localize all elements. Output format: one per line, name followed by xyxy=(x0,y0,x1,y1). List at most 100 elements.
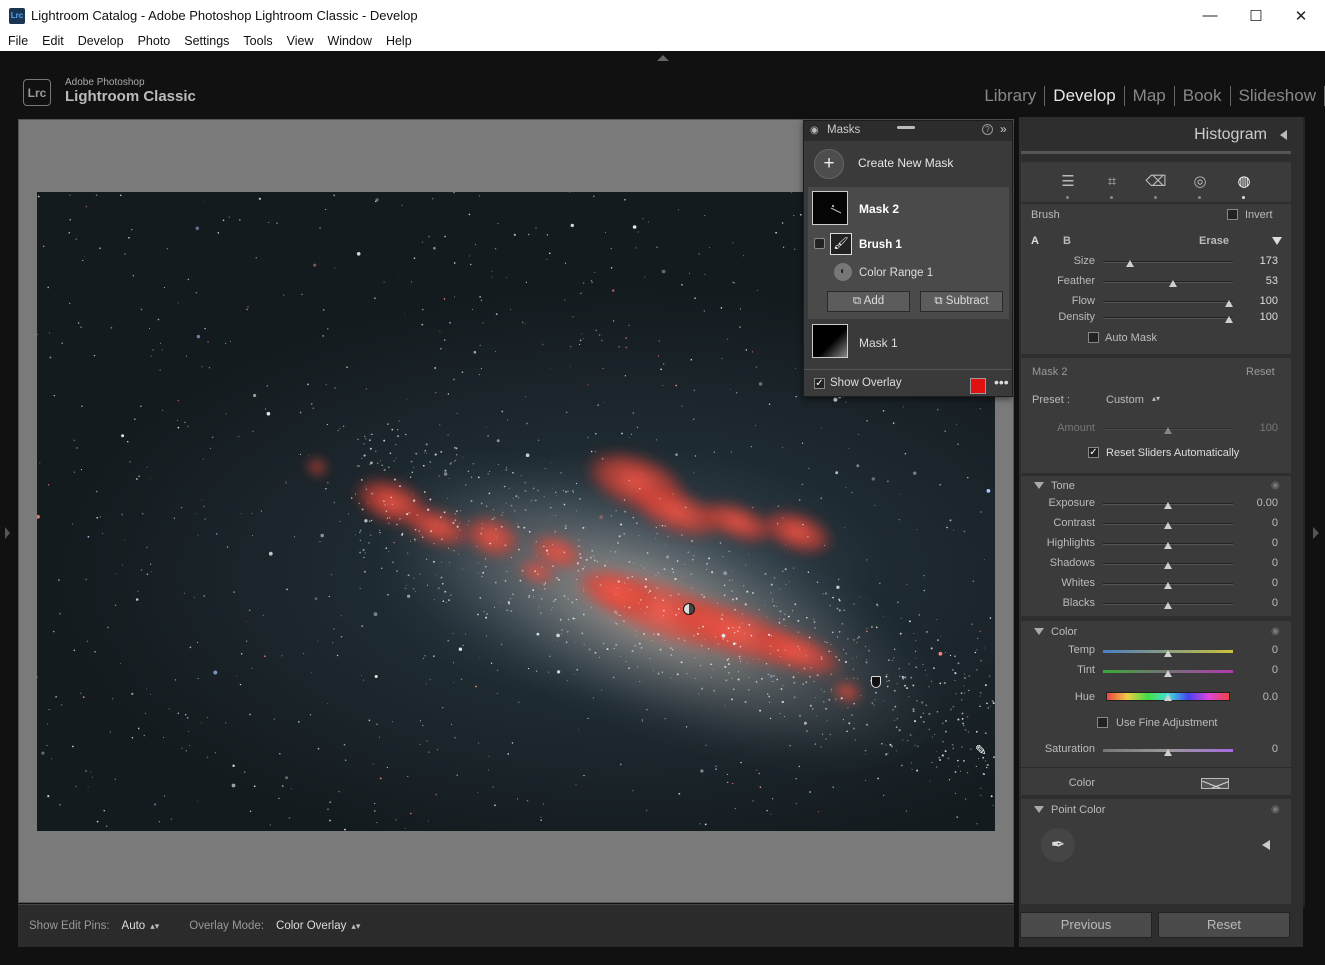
menu-file[interactable]: File xyxy=(0,34,35,48)
tint-value[interactable]: 0 xyxy=(1236,664,1278,676)
color-title[interactable]: Color xyxy=(1051,626,1077,638)
tone-eye-icon[interactable]: ◉ xyxy=(1271,480,1280,491)
hue-value[interactable]: 0.0 xyxy=(1236,691,1278,703)
redeye-icon[interactable]: ◎ xyxy=(1189,171,1211,199)
amount-slider-thumb[interactable] xyxy=(1164,427,1172,434)
component-visibility-icon[interactable] xyxy=(814,238,825,249)
color-collapse-icon[interactable] xyxy=(1034,628,1044,635)
hue-slider-thumb[interactable] xyxy=(1164,694,1172,701)
reset-sliders-checkbox[interactable]: ✓ xyxy=(1088,447,1099,458)
automask-label[interactable]: Auto Mask xyxy=(1105,332,1157,344)
module-library[interactable]: Library xyxy=(976,86,1044,106)
heal-icon[interactable]: ⌫ xyxy=(1145,171,1167,199)
feather-value[interactable]: 53 xyxy=(1236,275,1278,287)
brush-1-name[interactable]: Brush 1 xyxy=(859,239,902,251)
temp-slider-thumb[interactable] xyxy=(1164,650,1172,657)
automask-checkbox[interactable] xyxy=(1088,332,1099,343)
feather-slider[interactable] xyxy=(1103,281,1233,283)
mask-1-thumbnail[interactable] xyxy=(812,324,848,358)
feather-slider-thumb[interactable] xyxy=(1169,280,1177,287)
expand-right-panel-icon[interactable] xyxy=(1313,527,1319,539)
expand-left-panel-icon[interactable] xyxy=(5,527,10,539)
point-color-title[interactable]: Point Color xyxy=(1051,804,1105,816)
collapse-masks-icon[interactable]: » xyxy=(1000,122,1007,136)
blacks-value[interactable]: 0 xyxy=(1236,597,1278,609)
mask-1-name[interactable]: Mask 1 xyxy=(859,336,898,350)
mask-reset-button[interactable]: Reset xyxy=(1246,366,1275,378)
previous-button[interactable]: Previous xyxy=(1020,912,1152,938)
brush-b-tab[interactable]: B xyxy=(1063,235,1071,247)
point-color-eye-icon[interactable]: ◉ xyxy=(1271,804,1280,815)
flow-slider[interactable] xyxy=(1103,301,1233,303)
show-overlay-checkbox[interactable]: ✓ xyxy=(814,378,825,389)
whites-slider-thumb[interactable] xyxy=(1164,582,1172,589)
brush-options-icon[interactable] xyxy=(1272,237,1282,245)
tone-title[interactable]: Tone xyxy=(1051,480,1075,492)
menu-window[interactable]: Window xyxy=(320,34,378,48)
menu-tools[interactable]: Tools xyxy=(236,34,279,48)
saturation-value[interactable]: 0 xyxy=(1236,743,1278,755)
crop-icon[interactable]: ⌗ xyxy=(1101,171,1123,199)
minimize-button[interactable]: — xyxy=(1187,0,1233,31)
module-slideshow[interactable]: Slideshow xyxy=(1231,86,1325,106)
collapse-top-panel-icon[interactable] xyxy=(657,55,669,61)
help-icon[interactable]: ? xyxy=(982,124,993,135)
menu-develop[interactable]: Develop xyxy=(71,34,131,48)
blacks-slider-thumb[interactable] xyxy=(1164,602,1172,609)
shadows-slider-thumb[interactable] xyxy=(1164,562,1172,569)
module-map[interactable]: Map xyxy=(1125,86,1174,106)
create-new-mask-button[interactable]: + xyxy=(814,149,844,179)
amount-value[interactable]: 100 xyxy=(1236,422,1278,434)
erase-tab[interactable]: Erase xyxy=(1199,235,1229,247)
edit-sliders-icon[interactable]: ☰ xyxy=(1057,171,1079,199)
point-color-collapse-icon[interactable] xyxy=(1034,806,1044,813)
flow-value[interactable]: 100 xyxy=(1236,295,1278,307)
mask-2-thumbnail[interactable] xyxy=(812,191,848,225)
overlay-mode-select[interactable]: Color Overlay xyxy=(276,920,346,932)
tint-slider-thumb[interactable] xyxy=(1164,670,1172,677)
masking-icon[interactable]: ◍ xyxy=(1233,171,1255,199)
menu-photo[interactable]: Photo xyxy=(131,34,178,48)
exposure-slider-thumb[interactable] xyxy=(1164,502,1172,509)
edit-pins-select[interactable]: Auto xyxy=(122,920,146,932)
density-value[interactable]: 100 xyxy=(1236,311,1278,323)
create-new-mask-label[interactable]: Create New Mask xyxy=(858,156,953,170)
maximize-button[interactable]: ☐ xyxy=(1233,0,1279,31)
reset-sliders-label[interactable]: Reset Sliders Automatically xyxy=(1106,447,1239,459)
module-book[interactable]: Book xyxy=(1175,86,1230,106)
invert-label[interactable]: Invert xyxy=(1245,209,1273,221)
preset-select[interactable]: Custom xyxy=(1106,394,1144,406)
overlay-color-swatch[interactable] xyxy=(970,378,986,394)
contrast-slider-thumb[interactable] xyxy=(1164,522,1172,529)
saturation-slider-thumb[interactable] xyxy=(1164,749,1172,756)
more-options-icon[interactable]: ••• xyxy=(994,374,1009,390)
edit-pins-chevron-icon[interactable]: ▴▾ xyxy=(150,921,159,932)
point-color-expand-icon[interactable] xyxy=(1262,840,1270,850)
subtract-component-button[interactable]: ⧉ Subtract xyxy=(920,291,1003,312)
fine-adjustment-checkbox[interactable] xyxy=(1097,717,1108,728)
brush-a-tab[interactable]: A xyxy=(1031,235,1039,247)
fine-adjustment-label[interactable]: Use Fine Adjustment xyxy=(1116,717,1218,729)
eye-icon[interactable]: ◉ xyxy=(810,125,819,136)
histogram-collapse-icon[interactable] xyxy=(1280,130,1287,140)
density-slider[interactable] xyxy=(1103,317,1233,319)
show-overlay-label[interactable]: Show Overlay xyxy=(830,377,902,389)
size-value[interactable]: 173 xyxy=(1236,255,1278,267)
color-eye-icon[interactable]: ◉ xyxy=(1271,626,1280,637)
menu-view[interactable]: View xyxy=(280,34,321,48)
add-component-button[interactable]: ⧉ Add xyxy=(827,291,910,312)
size-slider-thumb[interactable] xyxy=(1126,260,1134,267)
masks-panel-header[interactable]: ◉ Masks ? » xyxy=(804,121,1012,141)
mask-1-row[interactable]: Mask 1 xyxy=(808,323,1009,363)
whites-value[interactable]: 0 xyxy=(1236,577,1278,589)
color-range-1-name[interactable]: Color Range 1 xyxy=(859,267,933,279)
menu-settings[interactable]: Settings xyxy=(177,34,236,48)
menu-help[interactable]: Help xyxy=(379,34,419,48)
reset-button[interactable]: Reset xyxy=(1158,912,1290,938)
highlights-slider-thumb[interactable] xyxy=(1164,542,1172,549)
close-button[interactable]: ✕ xyxy=(1278,0,1324,31)
size-slider[interactable] xyxy=(1103,261,1233,263)
eyedropper-icon[interactable]: ✒ xyxy=(1041,828,1075,862)
mask-2-group[interactable]: Mask 2 🖌 Brush 1 ◐ Color Range 1 ⧉ Add ⧉… xyxy=(808,187,1009,319)
exposure-value[interactable]: 0.00 xyxy=(1236,497,1278,509)
